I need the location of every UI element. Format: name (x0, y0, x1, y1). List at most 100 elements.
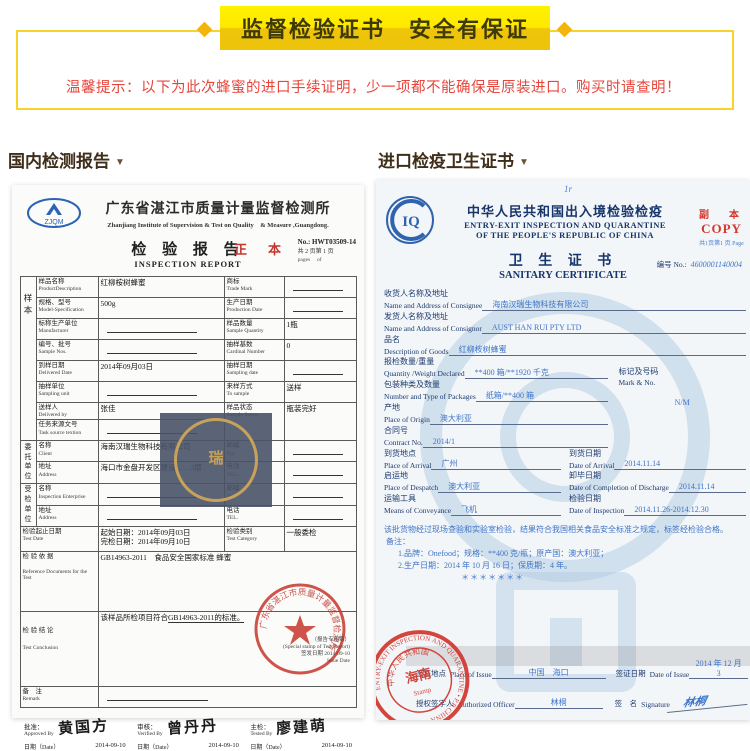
sanitary-certificate: 1r IQ 中华人民共和国出入境检验检疫 ENTRY-EXIT INSPECTI… (376, 180, 750, 720)
field-label-cell: 到样日期Delivered Date (36, 361, 98, 382)
field-label-en: Mark & No. (618, 378, 746, 388)
field-label-cn: 发货人名称及地址 (384, 312, 746, 323)
label-en: Sample Quantity (227, 328, 282, 334)
signature-block-approved: 批准：Approved By 黄国方 日期（Date）2014-09-10 (24, 716, 126, 751)
field-value-cell (284, 277, 356, 298)
field-label-en: Place of Origin (384, 415, 430, 425)
certificate-number-block: 编号 No.: 4600001140004 (657, 254, 742, 272)
field-label-cn: 到货日期 (569, 449, 746, 460)
certificate-header: IQ 中华人民共和国出入境检验检疫 ENTRY-EXIT INSPECTION … (376, 180, 750, 246)
signature-label-cn: 签 名 (615, 698, 638, 709)
label-cn: 备 注 (23, 688, 96, 696)
form-field-consignee: 收货人名称及地址 Name and Address of Consignee海南… (384, 289, 746, 311)
form-field-discharge: 卸毕日期 Date of Completion of Discharge2014… (569, 471, 746, 493)
field-label-cell: 检验类别Test Category (224, 526, 284, 551)
field-value: 2014.11.26-2014.12.30 (624, 505, 746, 516)
seal-issue-date-en: Issue Date (200, 658, 350, 665)
copy-mark-en: COPY (699, 221, 744, 237)
label-cn: 地址 (39, 507, 96, 515)
tip-text: 温馨提示：以下为此次蜂蜜的进口手续证明，少一项都不能确保是原装进口。购买时请查明… (66, 76, 681, 97)
blank-line (293, 302, 343, 312)
value: 起始日期：2014年09月03日 (101, 528, 222, 538)
value: 完检日期：2014年09月10日 (101, 537, 222, 547)
copy-mark-block: 副 本 COPY 共1页第1 页 Page (699, 206, 744, 247)
field-label-en: Name and Address of Consignor (384, 324, 482, 334)
blank-line (293, 445, 343, 455)
section-title-import[interactable]: 进口检疫卫生证书▼ (378, 147, 529, 172)
field-label-cell: 名称Client (36, 441, 98, 462)
date-label: 日期（Date） (24, 742, 59, 751)
label-en: Sample Nos. (39, 349, 96, 355)
label-cn: 检验类别 (227, 528, 282, 536)
report-title-block: 检 验 报 告 INSPECTION REPORT 正 本 No.: HWT03… (12, 238, 364, 270)
label-en: Delivered by (39, 412, 96, 418)
blank-line (293, 488, 343, 498)
field-label-cn: 运输工具 (384, 494, 561, 505)
date-label: 日期（Date） (250, 742, 285, 751)
field-value: N/M (618, 398, 746, 407)
report-pages-en: pages of (298, 255, 356, 263)
label-en: Task source textion (39, 430, 96, 436)
table-row: 地址Address 电话TEL. (20, 505, 356, 526)
field-label-cn: 包装种类及数量 (384, 380, 608, 391)
field-label-cell: 电话TEL. (224, 505, 284, 526)
label-cn: 名称 (39, 442, 96, 450)
label-en: Delivered Date (39, 370, 96, 376)
form-field-origin: 产地 Place of Origin澳大利亚 (384, 403, 608, 425)
label-cn: 任务来源文号 (39, 421, 96, 429)
watermark-seal-ring: 瑞 (174, 418, 258, 502)
blank-line (107, 386, 198, 396)
value: 一般委检 (287, 528, 354, 538)
form-field-despatch: 启运地 Place of Despatch澳大利亚 (384, 471, 561, 493)
field-label-cell: 样品数量Sample Quantity (224, 319, 284, 340)
org-name-cn: 中华人民共和国出入境检验检疫 (436, 201, 694, 220)
form-field-quantity: 报检数量/重量 Quantity /Weight Declared**400 箱… (384, 357, 608, 379)
label-cn: 样品名称 (39, 278, 96, 286)
label-cn: 来样方式 (227, 383, 282, 391)
ciq-red-seal-icon: ENTRY-EXIT INSPECTION AND QUARANTINE • P… (376, 617, 484, 720)
issue-place-value: 中国 海口 (492, 667, 606, 679)
field-label-cell: 编号、批号Sample Nos. (36, 340, 98, 361)
remark-item-1: 1.品牌：Onefood；规格：**400 克/瓶；原产国：澳大利亚； (398, 548, 746, 560)
date-label: 日期（Date） (137, 742, 172, 751)
label-en: Address (39, 515, 96, 521)
side-char: 样 (24, 292, 33, 304)
field-value-cell (98, 505, 224, 526)
field-value-cell (284, 505, 356, 526)
date-value: 2014-09-10 (208, 742, 238, 751)
field-value-cell (284, 298, 356, 319)
handwritten-annotation: 1r (564, 184, 572, 194)
field-value: 2014/1 (423, 437, 609, 448)
table-row: 抽样单位Sampling unit 来样方式To sample 送样 (20, 382, 356, 403)
svg-text:海南: 海南 (404, 665, 433, 686)
blank-line (107, 691, 208, 701)
field-label-cell: 抽样日期Sampling date (224, 361, 284, 382)
blank-line (107, 323, 198, 333)
field-label-cn: 产地 (384, 403, 608, 414)
sig-label-en: Tested By (250, 731, 272, 737)
field-value-cell: 2014年09月03日 (98, 361, 224, 382)
issue-date-label-cn: 签证日期 (616, 668, 646, 679)
red-round-seal-icon: 广东省湛江市质量计量监督检测所 (252, 581, 348, 682)
label-cn: 抽样单位 (39, 383, 96, 391)
table-row: 样本 样品名称ProductDescription 红柳桉树蜂蜜 商标Trade… (20, 277, 356, 298)
field-value-cell (284, 361, 356, 382)
section-title-domestic[interactable]: 国内检测报告▼ (8, 147, 125, 172)
blank-line (107, 344, 198, 354)
field-value-cell: 瓶装完好 (284, 403, 356, 441)
watermark-char: 瑞 (208, 452, 223, 468)
field-label-cell: 名称Inspection Enterprise (36, 484, 98, 505)
field-label-en: Name and Address of Consignee (384, 301, 482, 311)
company-watermark: 瑞 (160, 413, 272, 507)
form-field-arrival-place: 到货地点 Place of Arrival广州 (384, 449, 561, 471)
table-row: 编号、批号Sample Nos. 抽样基数Cardinal Number 0 (20, 340, 356, 361)
section-title-label: 国内检测报告 (8, 152, 110, 171)
field-label-en: Number and Type of Packages (384, 392, 476, 402)
label-cn: 检 验 依 据 (23, 553, 96, 561)
field-value: 红柳桉树蜂蜜 (449, 345, 746, 356)
form-field-inspection-date: 检验日期 Date of Inspection2014.11.26-2014.1… (569, 494, 746, 516)
field-value-cell: 500g (98, 298, 224, 319)
page-count: 共1页第1 页 Page (699, 238, 744, 247)
field-value-cell (284, 462, 356, 484)
field-label-cell: 抽样基数Cardinal Number (224, 340, 284, 361)
